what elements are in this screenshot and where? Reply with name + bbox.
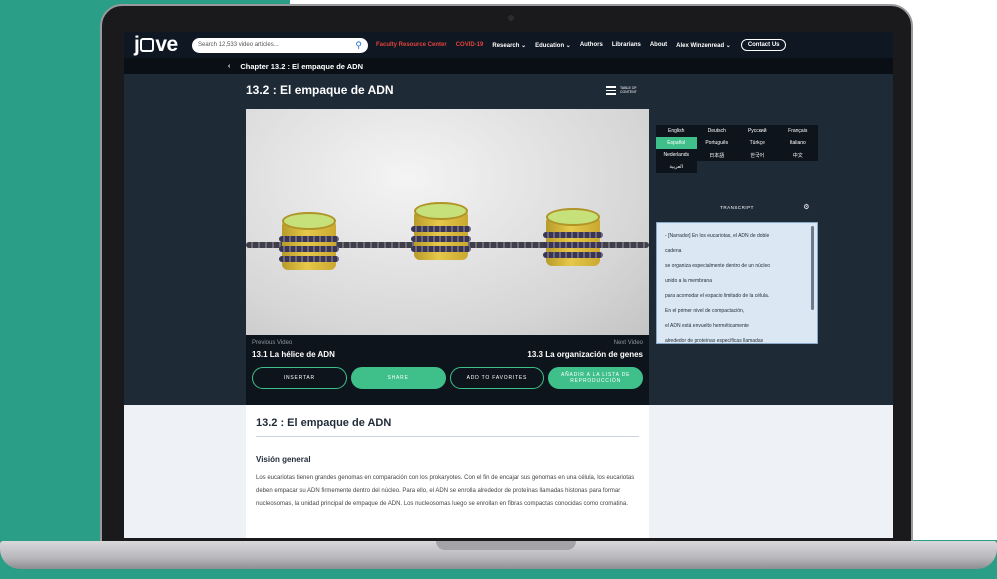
lang-italiano[interactable]: Italiano <box>777 137 818 149</box>
language-selector: English Deutsch Русский Français Español… <box>656 125 818 173</box>
chapter-label[interactable]: Chapter 13.2 : El empaque de ADN <box>240 62 363 71</box>
search-placeholder: Search 12,533 video articles... <box>198 42 279 48</box>
nav-links: Faculty Resource Center COVID-19 Researc… <box>376 42 731 49</box>
table-of-content-button[interactable]: TABLE OF CONTENT <box>606 84 642 97</box>
article-title: 13.2 : El empaque de ADN <box>256 417 639 437</box>
nav-education[interactable]: Education ⌄ <box>535 42 571 49</box>
lang-francais[interactable]: Français <box>777 125 818 137</box>
lang-chinese[interactable]: 中文 <box>777 149 818 161</box>
chevron-left-icon[interactable]: ‹ <box>228 63 230 70</box>
nucleosome <box>411 202 471 264</box>
article-section: 13.2 : El empaque de ADN Visión general … <box>124 405 893 538</box>
page-title: 13.2 : El empaque de ADN <box>246 83 394 97</box>
video-player[interactable] <box>246 109 649 335</box>
nav-user-menu[interactable]: Alex Winzenread ⌄ <box>676 42 731 49</box>
laptop-notch <box>436 541 576 550</box>
share-button[interactable]: SHARE <box>350 367 446 389</box>
article-body: Los eucariotas tienen grandes genomas en… <box>256 475 635 507</box>
add-to-favorites-button[interactable]: ADD TO FAVORITES <box>449 367 545 389</box>
add-to-playlist-button[interactable]: AÑADIR A LA LISTA DE REPRODUCCIÓN <box>548 367 643 389</box>
transcript-label[interactable]: TRANSCRIPT <box>720 205 754 210</box>
next-video-label: Next Video <box>613 340 643 346</box>
gear-icon[interactable]: ⚙ <box>803 203 810 211</box>
transcript-line[interactable]: para acomodar el espacio limitado de la … <box>665 289 807 304</box>
transcript-line[interactable]: alrededor de proteínas específicas llama… <box>665 334 807 349</box>
transcript-line[interactable]: cadena <box>665 244 807 259</box>
list-icon <box>606 84 616 97</box>
search-input[interactable]: Search 12,533 video articles... ⚲ <box>192 37 368 53</box>
top-navbar: j ve Search 12,533 video articles... ⚲ Fa… <box>124 32 893 58</box>
nav-covid-19[interactable]: COVID-19 <box>456 42 484 48</box>
nucleosome <box>279 212 339 274</box>
lang-deutsch[interactable]: Deutsch <box>696 125 737 137</box>
previous-video-label: Previous Video <box>252 340 293 346</box>
jove-logo[interactable]: j ve <box>134 32 180 58</box>
article-card: 13.2 : El empaque de ADN Visión general … <box>246 405 649 538</box>
transcript-panel[interactable]: - [Narrador] En los eucariotas, el ADN d… <box>656 222 818 344</box>
lang-arabic[interactable]: العربية <box>656 161 697 173</box>
transcript-line[interactable]: - [Narrador] En los eucariotas, el ADN d… <box>665 229 807 244</box>
laptop-screen: j ve Search 12,533 video articles... ⚲ Fa… <box>124 32 893 538</box>
embed-button[interactable]: INSERTAR <box>252 367 347 389</box>
lang-nederlands[interactable]: Nederlands <box>656 149 697 161</box>
transcript-line[interactable]: se organiza especialmente dentro de un n… <box>665 259 807 274</box>
chapter-bar: ‹ Chapter 13.2 : El empaque de ADN <box>124 58 893 74</box>
contact-us-button[interactable]: Contact Us <box>740 39 787 51</box>
camera-dot <box>508 15 514 21</box>
previous-video-link[interactable]: 13.1 La hélice de ADN <box>252 350 335 359</box>
search-icon[interactable]: ⚲ <box>355 40 362 51</box>
article-section-heading: Visión general <box>256 455 311 464</box>
nav-faculty-resource-center[interactable]: Faculty Resource Center <box>376 42 447 48</box>
nav-about[interactable]: About <box>650 42 667 48</box>
transcript-line[interactable]: el ADN está envuelto herméticamente <box>665 319 807 334</box>
nav-librarians[interactable]: Librarians <box>612 42 641 48</box>
video-navigation: Previous Video Next Video 13.1 La hélice… <box>246 335 649 405</box>
lang-portugues[interactable]: Português <box>696 137 737 149</box>
transcript-header: TRANSCRIPT ⚙ <box>656 202 818 212</box>
nav-research[interactable]: Research ⌄ <box>492 42 526 49</box>
lang-russian[interactable]: Русский <box>737 125 778 137</box>
next-video-link[interactable]: 13.3 La organización de genes <box>527 350 643 359</box>
transcript-line[interactable]: unido a la membrana <box>665 274 807 289</box>
lang-korean[interactable]: 한국어 <box>737 149 778 161</box>
transcript-line[interactable]: En el primer nivel de compactación, <box>665 304 807 319</box>
video-action-buttons: INSERTAR SHARE ADD TO FAVORITES AÑADIR A… <box>252 367 643 389</box>
lang-espanol[interactable]: Español <box>656 137 697 149</box>
lang-japanese[interactable]: 日本語 <box>696 149 737 161</box>
nucleosome <box>543 208 603 270</box>
transcript-scrollbar[interactable] <box>811 226 814 310</box>
toc-label: TABLE OF CONTENT <box>620 86 637 95</box>
lang-turkce[interactable]: Türkçe <box>737 137 778 149</box>
lang-english[interactable]: English <box>656 125 697 137</box>
nav-authors[interactable]: Authors <box>580 42 603 48</box>
laptop-lid: j ve Search 12,533 video articles... ⚲ Fa… <box>100 4 913 552</box>
